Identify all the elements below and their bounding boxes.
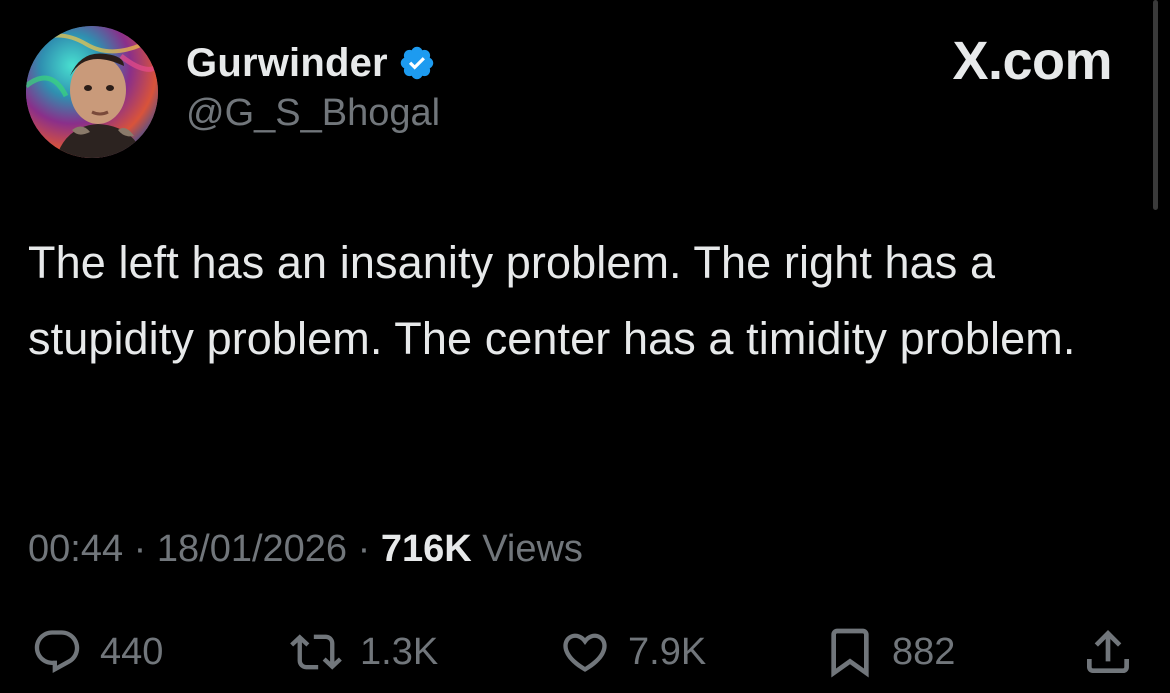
tweet-date[interactable]: 18/01/2026 <box>157 528 347 570</box>
like-button[interactable]: 7.9K <box>556 620 706 684</box>
repost-icon <box>290 634 342 670</box>
meta-separator: · <box>133 528 147 570</box>
meta-separator: · <box>357 528 371 570</box>
reply-icon <box>34 630 80 674</box>
views-label: Views <box>482 528 583 570</box>
bookmark-icon <box>831 628 869 678</box>
scrollbar[interactable] <box>1153 0 1158 210</box>
author-handle[interactable]: @G_S_Bhogal <box>186 92 440 135</box>
reply-button[interactable]: 440 <box>28 620 163 684</box>
bookmark-button[interactable]: 882 <box>822 620 955 684</box>
heart-icon <box>563 633 607 672</box>
x-com-logo: X.com <box>952 31 1112 91</box>
action-bar: 440 1.3K 7.9K 882 <box>0 620 1170 684</box>
repost-count: 1.3K <box>360 630 439 673</box>
share-icon <box>1087 630 1129 673</box>
verified-badge-icon[interactable] <box>398 44 436 82</box>
author-name-row[interactable]: Gurwinder <box>186 38 436 88</box>
tweet-text: The left has an insanity problem. The ri… <box>28 237 1076 364</box>
author-display-name[interactable]: Gurwinder <box>186 41 388 86</box>
like-count: 7.9K <box>628 630 707 673</box>
views-count: 716K <box>380 528 472 570</box>
profile-photo <box>26 26 158 158</box>
tweet-meta: 00:44 · 18/01/2026 · 716K Views <box>28 528 583 571</box>
reply-count: 440 <box>100 630 164 673</box>
share-button[interactable] <box>1080 620 1136 684</box>
repost-button[interactable]: 1.3K <box>286 620 438 684</box>
tweet-time[interactable]: 00:44 <box>28 528 123 570</box>
avatar[interactable] <box>26 26 158 158</box>
bookmark-count: 882 <box>892 630 956 673</box>
